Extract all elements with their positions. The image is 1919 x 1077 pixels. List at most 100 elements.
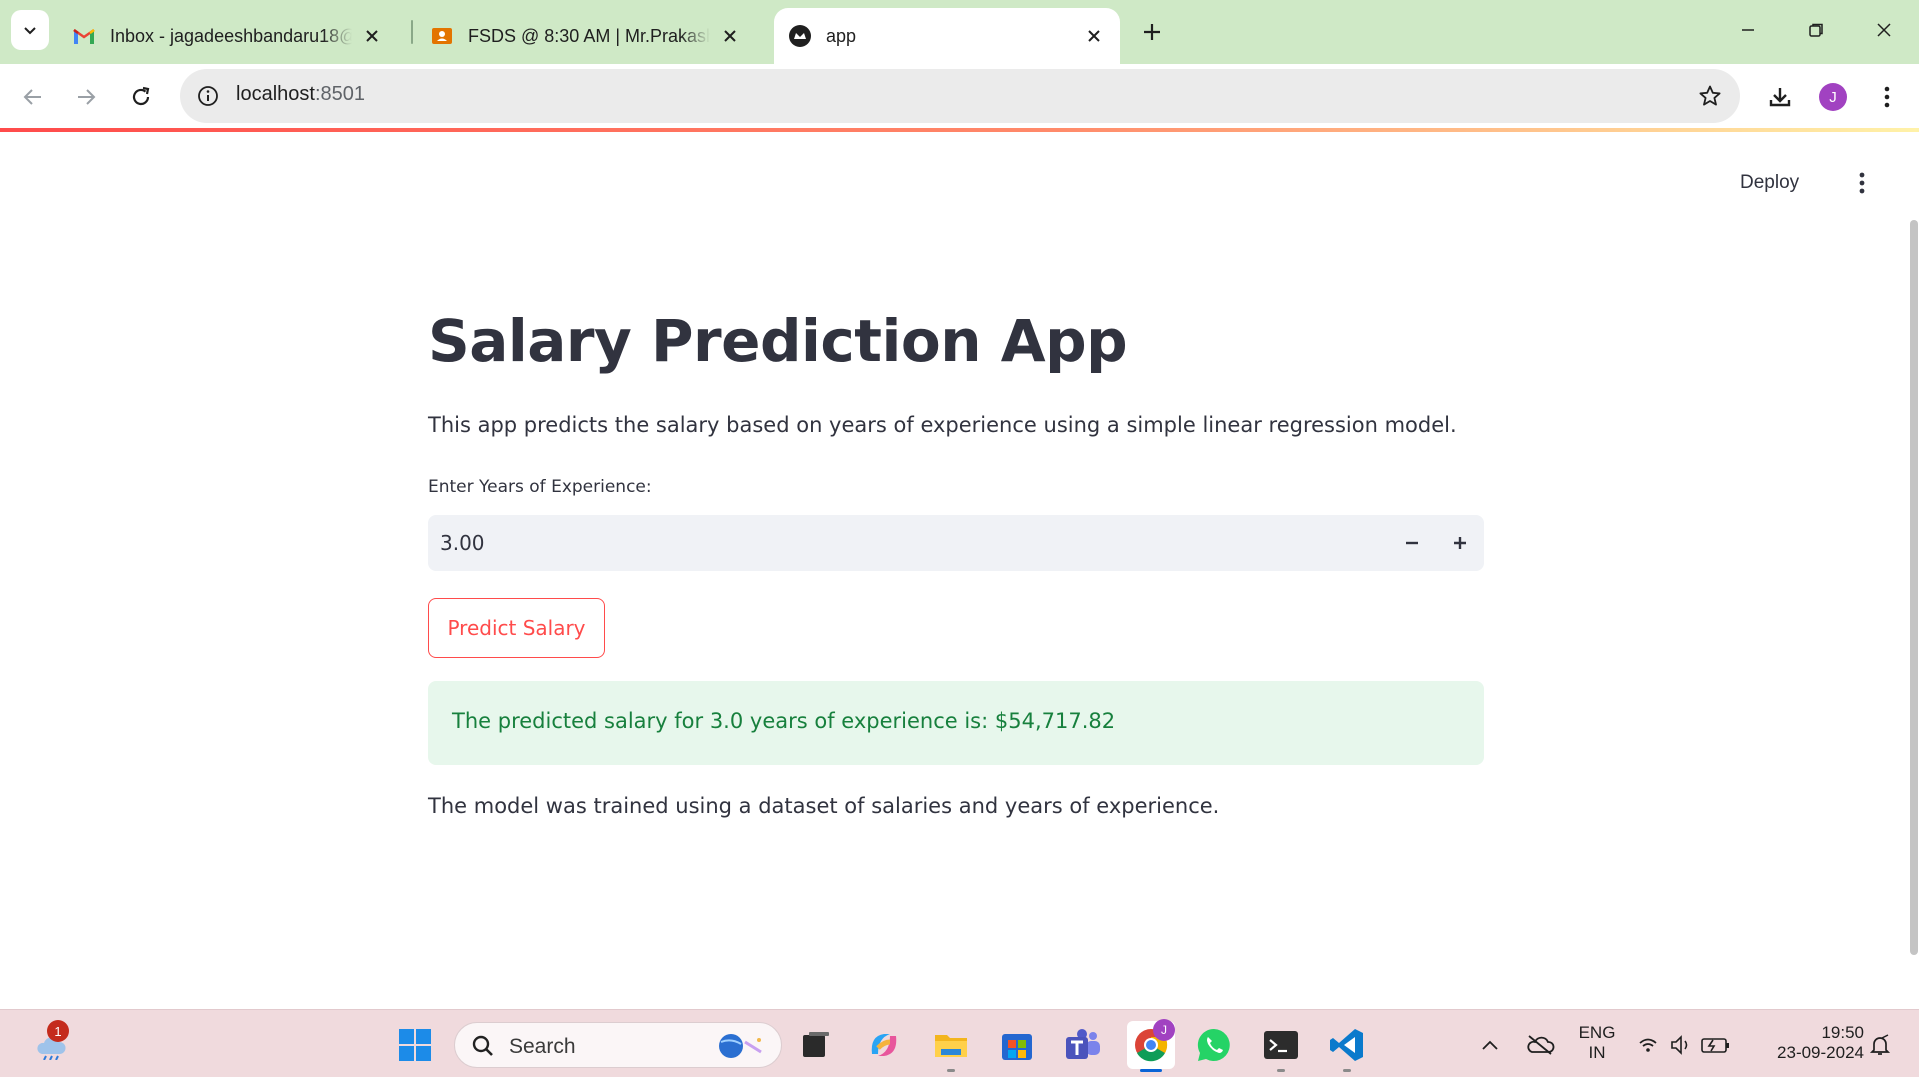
- chrome-button[interactable]: J: [1127, 1019, 1175, 1072]
- avatar: J: [1819, 83, 1847, 111]
- prediction-result-alert: The predicted salary for 3.0 years of ex…: [428, 681, 1484, 765]
- chevron-down-icon: [24, 27, 36, 35]
- address-bar[interactable]: localhost:8501: [180, 69, 1740, 123]
- teams-icon: [1066, 1029, 1100, 1059]
- model-info-text: The model was trained using a dataset of…: [428, 794, 1220, 818]
- copilot-button[interactable]: [863, 1024, 905, 1066]
- arrow-left-icon: [23, 89, 41, 105]
- more-vert-icon: [1859, 172, 1865, 194]
- app-description: This app predicts the salary based on ye…: [428, 413, 1457, 437]
- page-scrollbar[interactable]: [1910, 220, 1918, 955]
- browser-menu-button[interactable]: [1867, 77, 1907, 117]
- whatsapp-icon: [1197, 1028, 1230, 1061]
- new-tab-button[interactable]: [1134, 14, 1170, 50]
- terminal-button[interactable]: [1260, 1024, 1302, 1072]
- store-icon: [1002, 1034, 1032, 1060]
- start-button[interactable]: [394, 1024, 436, 1066]
- more-vert-icon: [1884, 86, 1890, 108]
- experience-input-value[interactable]: 3.00: [440, 531, 485, 555]
- task-view-icon: [803, 1032, 829, 1057]
- site-info-icon[interactable]: [194, 82, 222, 110]
- taskbar-search-label: Search: [509, 1035, 576, 1058]
- teams-button[interactable]: [1062, 1024, 1104, 1066]
- tab-title: app: [826, 25, 857, 46]
- close-tab-icon[interactable]: [718, 24, 742, 48]
- prediction-result-text: The predicted salary for 3.0 years of ex…: [452, 709, 1116, 733]
- active-indicator: [1140, 1069, 1162, 1072]
- running-indicator: [947, 1069, 955, 1072]
- task-view-button[interactable]: [795, 1024, 837, 1066]
- tab-search-button[interactable]: [11, 10, 49, 50]
- close-tab-icon[interactable]: [360, 24, 384, 48]
- onedrive-button[interactable]: [1518, 1024, 1562, 1066]
- search-highlight-icon: [719, 1034, 762, 1058]
- profile-button[interactable]: J: [1813, 77, 1853, 117]
- windows-taskbar: 1 Search J ENG IN 19:50 23-09-2024: [0, 1009, 1919, 1077]
- plus-icon: [1144, 24, 1160, 40]
- deploy-button[interactable]: Deploy: [1740, 172, 1799, 194]
- url-port: :8501: [314, 83, 365, 105]
- network-volume-battery-icon: [1639, 1035, 1729, 1055]
- weather-badge: 1: [47, 1020, 69, 1042]
- region-code: IN: [1588, 1043, 1606, 1062]
- bookmark-star-icon[interactable]: [1696, 82, 1724, 110]
- whatsapp-button[interactable]: [1193, 1024, 1235, 1066]
- url-text[interactable]: localhost:8501: [236, 83, 365, 106]
- cloud-offline-icon: [1527, 1035, 1555, 1055]
- tab-app[interactable]: app: [774, 8, 1120, 64]
- tab-gmail[interactable]: Inbox - jagadeeshbandaru18@gmail.com: [58, 8, 398, 64]
- clock[interactable]: 19:50 23-09-2024: [1752, 1023, 1864, 1063]
- experience-input-label: Enter Years of Experience:: [428, 477, 652, 497]
- reload-icon: [132, 86, 150, 106]
- tab-title: FSDS @ 8:30 AM | Mr.Prakash Senapathi: [468, 25, 710, 46]
- file-explorer-button[interactable]: [930, 1024, 972, 1072]
- download-icon: [1769, 88, 1791, 107]
- restore-icon: [1809, 23, 1823, 37]
- language-indicator[interactable]: ENG IN: [1572, 1023, 1622, 1063]
- language-code: ENG: [1578, 1023, 1616, 1042]
- minimize-button[interactable]: [1728, 12, 1768, 48]
- arrow-right-icon: [78, 89, 96, 105]
- downloads-button[interactable]: [1760, 77, 1800, 117]
- minus-icon: [1406, 541, 1418, 545]
- clock-time: 19:50: [1821, 1023, 1864, 1042]
- predict-salary-button[interactable]: Predict Salary: [428, 598, 605, 658]
- plus-icon: [1454, 537, 1466, 549]
- forward-button[interactable]: [66, 77, 106, 117]
- close-window-button[interactable]: [1864, 12, 1904, 48]
- close-tab-icon[interactable]: [1082, 24, 1106, 48]
- copilot-icon: [871, 1034, 897, 1056]
- experience-number-input[interactable]: 3.00: [428, 515, 1484, 571]
- windows-logo-icon: [399, 1029, 431, 1061]
- decrement-button[interactable]: [1388, 515, 1436, 571]
- reload-button[interactable]: [121, 77, 161, 117]
- chevron-up-icon: [1482, 1040, 1498, 1050]
- browser-tab-strip: Inbox - jagadeeshbandaru18@gmail.com FSD…: [0, 0, 1919, 64]
- show-hidden-icons-button[interactable]: [1470, 1024, 1510, 1066]
- tab-classroom[interactable]: FSDS @ 8:30 AM | Mr.Prakash Senapathi: [416, 8, 756, 64]
- clock-date: 23-09-2024: [1777, 1043, 1864, 1062]
- folder-icon: [935, 1035, 967, 1057]
- taskbar-search[interactable]: Search: [454, 1022, 782, 1068]
- search-icon: [472, 1035, 493, 1056]
- notification-bell-icon: [1869, 1034, 1891, 1055]
- terminal-icon: [1264, 1031, 1298, 1059]
- microsoft-store-button[interactable]: [996, 1024, 1038, 1066]
- close-icon: [1877, 23, 1891, 37]
- notifications-button[interactable]: [1860, 1024, 1900, 1066]
- minimize-icon: [1742, 29, 1754, 31]
- restore-button[interactable]: [1796, 12, 1836, 48]
- tab-title: Inbox - jagadeeshbandaru18@gmail.com: [110, 25, 352, 46]
- page-title: Salary Prediction App: [428, 307, 1128, 375]
- quick-settings-button[interactable]: [1634, 1024, 1738, 1066]
- browser-toolbar: localhost:8501 J: [0, 64, 1919, 130]
- chrome-profile-badge: J: [1153, 1019, 1175, 1041]
- url-host: localhost: [236, 83, 315, 105]
- increment-button[interactable]: [1436, 515, 1484, 571]
- running-indicator: [1277, 1069, 1285, 1072]
- back-button[interactable]: [13, 77, 53, 117]
- classroom-icon: [430, 24, 454, 48]
- tab-separator: [411, 20, 413, 44]
- vscode-button[interactable]: [1326, 1024, 1368, 1072]
- main-menu-button[interactable]: [1850, 168, 1874, 198]
